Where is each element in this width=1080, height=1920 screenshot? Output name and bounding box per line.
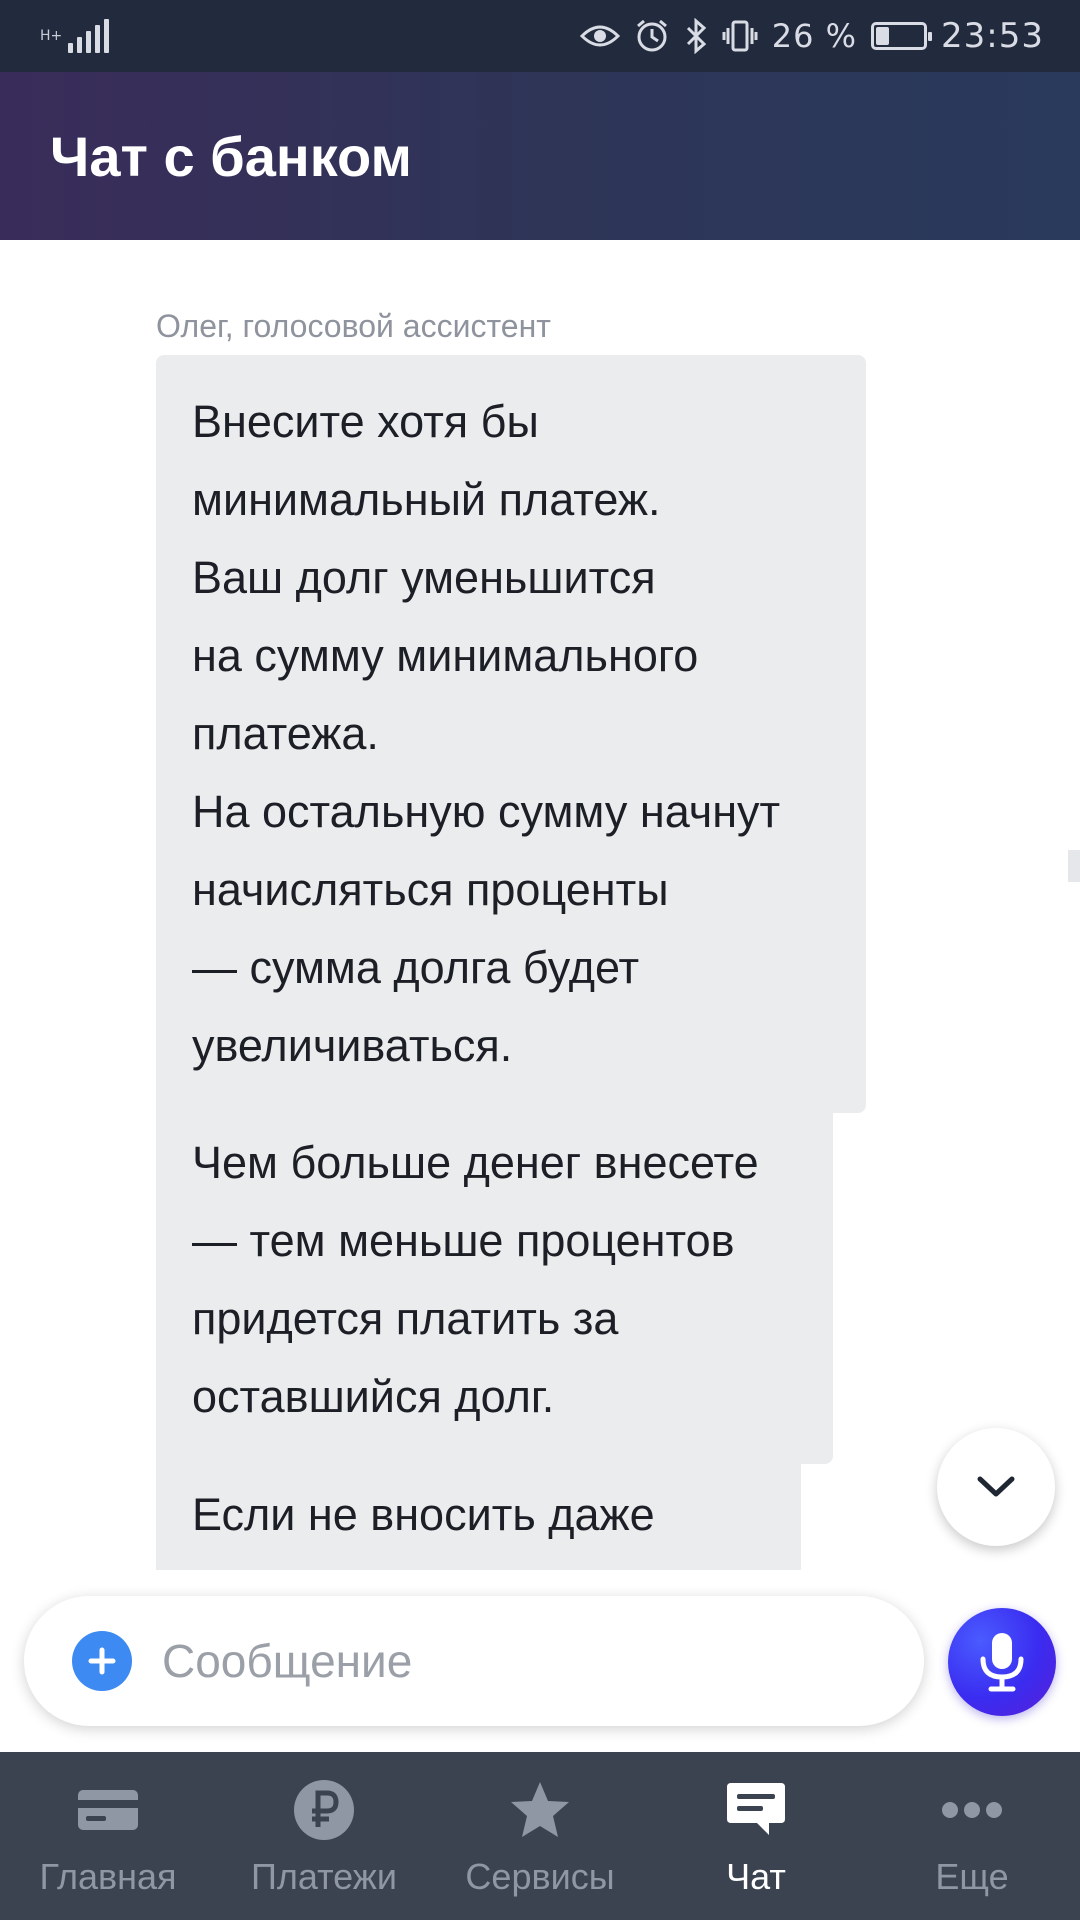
message-bubble: Если не вносить даже минимальный	[156, 1448, 801, 1570]
clock: 23:53	[941, 16, 1044, 56]
network-indicator: H+	[40, 19, 110, 53]
message-bubble: Внесите хотя бы минимальный платеж. Ваш …	[156, 355, 866, 1113]
nav-label: Еще	[935, 1856, 1009, 1897]
battery-icon	[871, 22, 933, 50]
eye-icon	[579, 16, 620, 56]
star-icon	[509, 1778, 571, 1842]
vibrate-icon	[722, 16, 758, 56]
microphone-icon	[980, 1633, 1024, 1692]
more-icon	[940, 1778, 1004, 1842]
chevron-down-icon	[977, 1476, 1015, 1497]
nav-label: Чат	[726, 1856, 786, 1897]
nav-item-services[interactable]: Сервисы	[432, 1752, 648, 1920]
page-title: Чат с банком	[50, 124, 412, 188]
battery-percent: 26 %	[771, 17, 858, 55]
nav-label: Платежи	[250, 1856, 397, 1897]
bluetooth-icon	[684, 16, 708, 56]
nav-item-chat[interactable]: Чат	[648, 1752, 864, 1920]
card-icon	[76, 1778, 140, 1842]
message-text: Если не вносить даже минимальный	[192, 1489, 655, 1570]
message-input[interactable]	[162, 1634, 862, 1688]
network-type: H+	[40, 28, 63, 44]
scroll-down-button[interactable]	[937, 1428, 1055, 1546]
chat-area[interactable]: Олег, голосовой ассистент Внесите хотя б…	[0, 240, 1080, 1570]
nav-item-payments[interactable]: Платежи	[216, 1752, 432, 1920]
nav-item-more[interactable]: Еще	[864, 1752, 1080, 1920]
plus-icon	[88, 1647, 116, 1675]
ruble-icon	[293, 1778, 355, 1842]
composer	[0, 1570, 1080, 1752]
nav-item-home[interactable]: Главная	[0, 1752, 216, 1920]
nav-label: Сервисы	[465, 1856, 615, 1897]
app-header: Чат с банком	[0, 72, 1080, 240]
message-field[interactable]	[24, 1596, 924, 1726]
message-text: Чем больше денег внесете — тем меньше пр…	[192, 1137, 759, 1422]
voice-button[interactable]	[948, 1608, 1056, 1716]
alarm-icon	[634, 16, 670, 56]
chat-icon	[725, 1778, 787, 1842]
status-bar: H+ 26 % 23:53	[0, 0, 1080, 72]
attach-button[interactable]	[72, 1631, 132, 1691]
scrollbar[interactable]	[1068, 850, 1080, 882]
message-bubble: Чем больше денег внесете — тем меньше пр…	[156, 1096, 833, 1464]
message-text: Внесите хотя бы минимальный платеж. Ваш …	[192, 396, 781, 1071]
battery-fill	[876, 27, 890, 45]
nav-label: Главная	[39, 1856, 177, 1897]
bottom-navigation: Главная Платежи Сервисы Чат Еще	[0, 1752, 1080, 1920]
sender-label: Олег, голосовой ассистент	[156, 308, 551, 344]
signal-icon	[68, 19, 110, 53]
